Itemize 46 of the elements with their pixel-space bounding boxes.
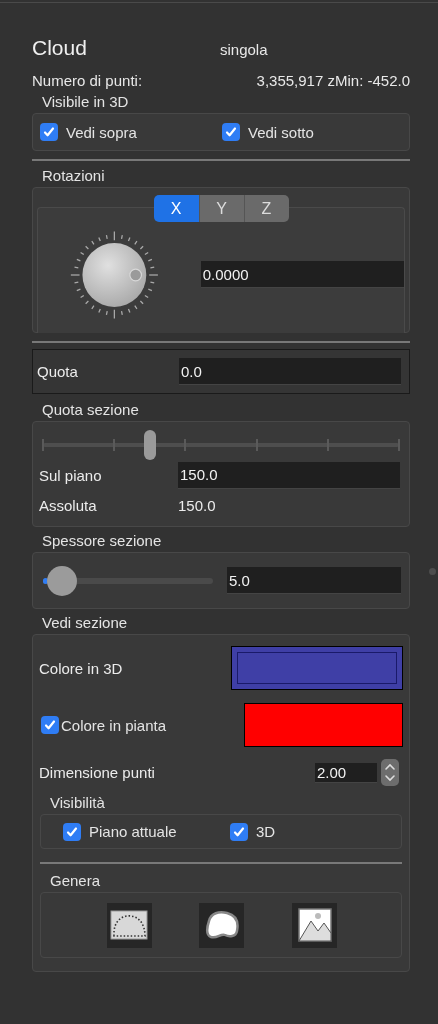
group-title: Rotazioni bbox=[42, 167, 105, 184]
outline-button[interactable] bbox=[106, 902, 152, 948]
checkmark-icon bbox=[66, 825, 78, 838]
points-value: 3,355,917 zMin: -452.0 bbox=[256, 72, 410, 89]
angle-field[interactable]: 0.0000 bbox=[200, 261, 404, 288]
group-title: Genera bbox=[50, 872, 101, 889]
checkbox[interactable]: Vedi sotto bbox=[222, 123, 314, 141]
checkbox[interactable]: Piano attuale bbox=[63, 822, 177, 841]
slider[interactable] bbox=[43, 564, 213, 597]
scroll-indicator bbox=[429, 568, 436, 575]
checkmark-icon bbox=[225, 126, 237, 138]
checkmark-icon bbox=[233, 825, 245, 838]
color-well[interactable] bbox=[231, 646, 403, 690]
slider[interactable] bbox=[43, 430, 399, 460]
field-label: Dimensione punti bbox=[39, 764, 156, 781]
field-label: Quota bbox=[37, 363, 79, 380]
group-title: Visibilità bbox=[50, 794, 105, 811]
dotted-outline-icon bbox=[109, 908, 150, 942]
axis-tab[interactable]: Z bbox=[243, 195, 289, 222]
checkbox[interactable]: Colore in pianta bbox=[41, 716, 167, 734]
shape-button[interactable] bbox=[199, 902, 245, 948]
field-label: Assoluta bbox=[39, 496, 98, 514]
axis-tab[interactable]: Y bbox=[198, 195, 244, 222]
stepper[interactable] bbox=[381, 759, 399, 786]
checkmark-icon bbox=[44, 719, 56, 731]
input-field[interactable]: 0.0 bbox=[179, 358, 401, 385]
group-title: Visibile in 3D bbox=[42, 93, 129, 110]
panel-title: Cloud bbox=[32, 36, 88, 60]
image-icon bbox=[295, 905, 334, 945]
checkmark-icon bbox=[43, 126, 55, 138]
group-title: Quota sezione bbox=[42, 401, 139, 418]
checkbox[interactable]: 3D bbox=[230, 822, 276, 841]
group-title: Spessore sezione bbox=[42, 532, 162, 549]
checkbox[interactable]: Vedi sopra bbox=[40, 123, 137, 141]
color-well[interactable] bbox=[244, 703, 403, 747]
input-field[interactable]: 5.0 bbox=[227, 567, 401, 594]
field-label: Colore in 3D bbox=[39, 659, 124, 677]
group-title: Vedi sezione bbox=[42, 614, 128, 631]
image-button[interactable] bbox=[292, 902, 338, 948]
mode-text: singola bbox=[220, 41, 268, 58]
field-label: Numero di punti: bbox=[32, 72, 143, 89]
input-field[interactable]: 150.0 bbox=[178, 461, 400, 489]
axis-tab[interactable]: X bbox=[153, 195, 199, 222]
number-field[interactable]: 2.00 bbox=[315, 762, 377, 783]
field-label: Sul piano bbox=[39, 466, 103, 484]
readout-value: 150.0 bbox=[178, 496, 216, 514]
